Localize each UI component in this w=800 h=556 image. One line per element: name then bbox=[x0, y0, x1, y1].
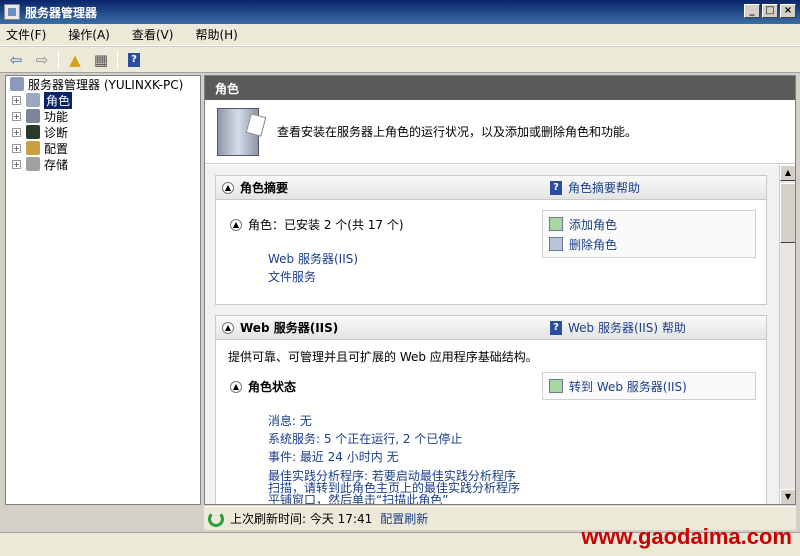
back-icon[interactable]: ⇦ bbox=[6, 50, 26, 70]
role-link-iis[interactable]: Web 服务器(IIS) bbox=[268, 250, 358, 268]
role-link-file-services[interactable]: 文件服务 bbox=[268, 268, 358, 286]
app-icon bbox=[4, 4, 20, 20]
tree-item-roles[interactable]: + 角色 bbox=[6, 91, 200, 109]
tree-item-label: 角色 bbox=[44, 91, 73, 109]
configuration-icon bbox=[26, 141, 40, 155]
roles-count-label: 角色：已安装 2 个(共 17 个) bbox=[248, 218, 404, 232]
roles-banner: 查看安装在服务器上角色的运行状况，以及添加或删除角色和功能。 bbox=[205, 100, 795, 164]
menu-bar: 文件(F) 操作(A) 查看(V) 帮助(H) bbox=[0, 24, 800, 46]
remove-roles-button[interactable]: 删除角色 bbox=[543, 234, 755, 254]
features-icon bbox=[26, 109, 40, 123]
add-roles-button[interactable]: 添加角色 bbox=[543, 214, 755, 234]
watermark: www.gaodaima.com bbox=[581, 524, 792, 549]
web-server-help-link[interactable]: ? Web 服务器(IIS) 帮助 bbox=[550, 319, 686, 336]
content-area: ▲ 角色摘要 ? 角色摘要帮助 ▲ 角色：已安装 2 个(共 17 个) Web… bbox=[205, 165, 780, 505]
toolbar-separator bbox=[58, 50, 59, 69]
minimize-button[interactable]: _ bbox=[744, 4, 760, 18]
help-link-text[interactable]: 角色摘要帮助 bbox=[568, 179, 640, 196]
roles-actions-box: 添加角色 删除角色 bbox=[542, 210, 756, 258]
tree-root[interactable]: 服务器管理器 (YULINXK-PC) bbox=[6, 76, 200, 92]
section-header: ▲ 角色摘要 ? 角色摘要帮助 bbox=[216, 176, 766, 200]
banner-text: 查看安装在服务器上角色的运行状况，以及添加或删除角色和功能。 bbox=[277, 125, 638, 139]
goto-iis-button[interactable]: 转到 Web 服务器(IIS) bbox=[543, 376, 755, 396]
web-server-description: 提供可靠、可管理并且可扩展的 Web 应用程序基础结构。 bbox=[228, 350, 538, 364]
collapse-icon[interactable]: ▲ bbox=[222, 321, 234, 334]
add-role-icon bbox=[549, 217, 563, 231]
web-actions-box: 转到 Web 服务器(IIS) bbox=[542, 372, 756, 400]
status-services[interactable]: 系统服务: 5 个正在运行, 2 个已停止 bbox=[268, 430, 520, 448]
tree-item-label: 诊断 bbox=[44, 125, 69, 140]
scroll-up-icon[interactable]: ▲ bbox=[780, 165, 795, 181]
action-label: 转到 Web 服务器(IIS) bbox=[569, 379, 687, 394]
menu-help[interactable]: 帮助(H) bbox=[195, 24, 237, 45]
expand-icon[interactable]: + bbox=[12, 143, 21, 153]
last-refresh-text: 上次刷新时间: 今天 17:41 bbox=[230, 512, 373, 526]
tree-item-diagnostics[interactable]: + 诊断 bbox=[6, 124, 200, 140]
menu-action[interactable]: 操作(A) bbox=[68, 24, 110, 45]
expand-icon[interactable]: + bbox=[12, 159, 21, 169]
window-title: 服务器管理器 bbox=[25, 5, 98, 20]
diagnostics-icon bbox=[26, 125, 40, 139]
toolbar-separator bbox=[117, 50, 118, 69]
role-status-title: 角色状态 bbox=[248, 380, 297, 394]
web-server-section: ▲ Web 服务器(IIS) ? Web 服务器(IIS) 帮助 提供可靠、可管… bbox=[215, 315, 767, 505]
bpa-line: 平铺窗口，然后单击“扫描此角色” bbox=[268, 493, 449, 505]
tree-item-configuration[interactable]: + 配置 bbox=[6, 140, 200, 156]
section-header: ▲ Web 服务器(IIS) ? Web 服务器(IIS) 帮助 bbox=[216, 316, 766, 340]
help-link-text[interactable]: Web 服务器(IIS) 帮助 bbox=[568, 319, 686, 336]
section-title: 角色摘要 bbox=[240, 181, 289, 195]
toolbar: ⇦ ⇨ ▲ ▦ ? bbox=[0, 47, 800, 73]
roles-summary-section: ▲ 角色摘要 ? 角色摘要帮助 ▲ 角色：已安装 2 个(共 17 个) Web… bbox=[215, 175, 767, 305]
action-label: 添加角色 bbox=[569, 217, 618, 232]
installed-roles-list: Web 服务器(IIS) 文件服务 bbox=[268, 250, 358, 286]
roles-count-row: ▲ 角色：已安装 2 个(共 17 个) bbox=[230, 216, 404, 233]
show-hide-tree-icon[interactable]: ▦ bbox=[91, 50, 111, 70]
title-bar: 服务器管理器 _ □ × bbox=[0, 0, 800, 24]
bpa-note: 最佳实践分析程序: 若要启动最佳实践分析程序 扫描，请转到此角色主页上的最佳实践… bbox=[268, 470, 520, 505]
expand-icon[interactable]: + bbox=[12, 111, 21, 121]
tree-pane: 服务器管理器 (YULINXK-PC) + 角色 + 功能 + 诊断 + 配置 … bbox=[5, 75, 201, 505]
tree-item-label: 配置 bbox=[44, 141, 69, 156]
role-status-row: ▲ 角色状态 bbox=[230, 378, 296, 395]
remove-role-icon bbox=[549, 237, 563, 251]
collapse-icon[interactable]: ▲ bbox=[230, 218, 242, 231]
configure-refresh-link[interactable]: 配置刷新 bbox=[380, 510, 428, 527]
up-folder-icon[interactable]: ▲ bbox=[65, 50, 85, 70]
status-events[interactable]: 事件: 最近 24 小时内 无 bbox=[268, 448, 520, 466]
forward-icon[interactable]: ⇨ bbox=[32, 50, 52, 70]
action-label: 删除角色 bbox=[569, 237, 618, 252]
roles-summary-help-link[interactable]: ? 角色摘要帮助 bbox=[550, 179, 640, 196]
expand-icon[interactable]: + bbox=[12, 127, 21, 137]
goto-icon bbox=[549, 379, 563, 393]
server-manager-icon bbox=[10, 77, 24, 91]
help-icon: ? bbox=[550, 320, 562, 335]
pane-title: 角色 bbox=[205, 76, 795, 100]
collapse-icon[interactable]: ▲ bbox=[222, 181, 234, 194]
expand-icon[interactable]: + bbox=[12, 95, 21, 105]
vertical-scrollbar[interactable]: ▲ ▼ bbox=[779, 165, 795, 504]
refresh-icon[interactable] bbox=[208, 510, 224, 527]
tree-item-features[interactable]: + 功能 bbox=[6, 108, 200, 124]
scroll-thumb[interactable] bbox=[780, 183, 795, 243]
tree-item-label: 存储 bbox=[44, 157, 69, 172]
maximize-button[interactable]: □ bbox=[762, 4, 778, 18]
menu-view[interactable]: 查看(V) bbox=[132, 24, 174, 45]
server-roles-icon bbox=[217, 107, 259, 156]
details-pane: 角色 查看安装在服务器上角色的运行状况，以及添加或删除角色和功能。 ▲ 角色摘要… bbox=[204, 75, 796, 505]
tree-item-storage[interactable]: + 存储 bbox=[6, 156, 200, 172]
menu-file[interactable]: 文件(F) bbox=[6, 24, 46, 45]
collapse-icon[interactable]: ▲ bbox=[230, 380, 242, 393]
role-status-details: 消息: 无 系统服务: 5 个正在运行, 2 个已停止 事件: 最近 24 小时… bbox=[268, 412, 520, 505]
help-icon: ? bbox=[550, 180, 562, 195]
tree-root-label: 服务器管理器 (YULINXK-PC) bbox=[28, 77, 184, 92]
status-messages[interactable]: 消息: 无 bbox=[268, 412, 520, 430]
storage-icon bbox=[26, 157, 40, 171]
scroll-down-icon[interactable]: ▼ bbox=[780, 489, 795, 504]
roles-icon bbox=[26, 93, 40, 107]
tree-item-label: 功能 bbox=[44, 109, 69, 124]
section-title: Web 服务器(IIS) bbox=[240, 321, 339, 335]
help-icon[interactable]: ? bbox=[124, 50, 144, 70]
close-button[interactable]: × bbox=[780, 4, 796, 18]
